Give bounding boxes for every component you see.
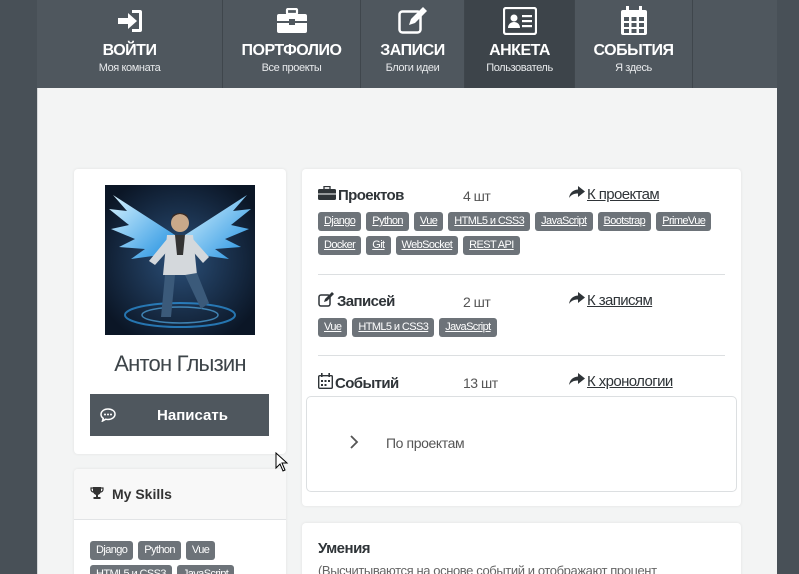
post-tag[interactable]: HTML5 и CSS3 — [352, 318, 435, 337]
events-link-label: К хронологии — [587, 373, 673, 390]
nav-posts[interactable]: ЗАПИСИ Блоги идеи — [361, 0, 465, 88]
trophy-icon — [90, 486, 104, 503]
skills-card-title: My Skills — [112, 486, 172, 502]
stat-events: Событий 13 шт К хронологии — [317, 373, 725, 395]
briefcase-icon — [276, 6, 308, 36]
nav-portfolio[interactable]: ПОРТФОЛИО Все проекты — [223, 0, 361, 88]
project-tag[interactable]: REST API — [463, 236, 520, 255]
skill-tag[interactable]: JavaScript — [176, 565, 235, 574]
project-tag[interactable]: Git — [366, 236, 391, 255]
stat-posts-count: 2 шт — [463, 294, 491, 310]
skill-tag[interactable]: Python — [138, 541, 181, 560]
projects-link-label: К проектам — [587, 186, 660, 203]
post-tag[interactable]: Vue — [318, 318, 348, 337]
project-tag[interactable]: Django — [318, 212, 362, 231]
skill-tag[interactable]: HTML5 и CSS3 — [90, 565, 172, 574]
nav-login[interactable]: ВОЙТИ Моя комната — [37, 0, 223, 88]
profile-card: Антон Глызин Написать — [74, 169, 286, 454]
briefcase-icon — [318, 185, 336, 204]
projects-link[interactable]: К проектам — [569, 186, 660, 203]
project-tag[interactable]: Vue — [413, 212, 444, 231]
write-button-label: Написать — [157, 406, 228, 424]
stat-projects-label: Проектов — [338, 186, 404, 204]
nav-profile-title: АНКЕТА — [489, 42, 550, 59]
stat-posts: Записей 2 шт К записям Vue HTML5 и CSS3 … — [318, 292, 725, 342]
skill-tag[interactable]: Django — [90, 541, 134, 560]
nav-events-title: СОБЫТИЯ — [593, 42, 674, 59]
calendar-icon — [317, 373, 334, 393]
project-tag[interactable]: Python — [366, 212, 409, 231]
skills-card: My Skills Django Python Vue HTML5 и CSS3… — [74, 469, 286, 574]
nav-events[interactable]: СОБЫТИЯ Я здесь — [575, 0, 693, 88]
accordion-label: По проектам — [386, 435, 465, 451]
nav-events-subtitle: Я здесь — [615, 62, 652, 74]
profile-name: Антон Глызин — [114, 351, 246, 376]
post-tag[interactable]: JavaScript — [439, 318, 497, 337]
stat-posts-label: Записей — [337, 293, 395, 310]
avatar — [105, 185, 255, 335]
stat-projects-label-wrap: Проектов — [318, 185, 404, 204]
mouse-cursor-icon — [275, 451, 289, 477]
divider — [318, 274, 725, 275]
project-tag[interactable]: JavaScript — [535, 212, 593, 231]
stat-projects-count: 4 шт — [463, 188, 491, 204]
posts-link-label: К записям — [587, 292, 653, 309]
project-tag[interactable]: WebSocket — [395, 236, 459, 255]
stat-projects: Проектов 4 шт К проектам Django Python V… — [318, 185, 728, 266]
nav-posts-title: ЗАПИСИ — [380, 42, 445, 59]
id-card-icon — [502, 6, 537, 36]
project-tag[interactable]: Bootstrap — [597, 212, 652, 231]
accordion-by-projects[interactable]: По проектам — [306, 396, 737, 492]
nav-portfolio-title: ПОРТФОЛИО — [241, 42, 342, 59]
projects-tags: Django Python Vue HTML5 и CSS3 JavaScrip… — [318, 212, 728, 255]
calendar-icon — [620, 6, 648, 36]
project-tag[interactable]: HTML5 и CSS3 — [448, 212, 531, 231]
nav-portfolio-subtitle: Все проекты — [261, 62, 322, 74]
project-tag[interactable]: Docker — [318, 236, 362, 255]
abilities-card: Умения (Высчитываются на основе событий … — [302, 523, 741, 574]
share-icon — [569, 186, 585, 203]
edit-icon — [397, 6, 428, 36]
divider — [318, 355, 725, 356]
sign-in-icon — [116, 6, 144, 36]
posts-tags: Vue HTML5 и CSS3 JavaScript — [318, 318, 728, 337]
stats-card: Проектов 4 шт К проектам Django Python V… — [302, 169, 741, 506]
nav-profile-subtitle: Пользователь — [486, 62, 553, 74]
skills-card-header: My Skills — [74, 469, 286, 520]
posts-link[interactable]: К записям — [569, 292, 653, 309]
nav-profile[interactable]: АНКЕТА Пользователь — [465, 0, 575, 97]
edit-icon — [318, 292, 335, 311]
stat-events-count: 13 шт — [463, 375, 498, 391]
nav-login-title: ВОЙТИ — [102, 42, 157, 59]
stat-events-label: Событий — [335, 374, 399, 392]
comment-icon — [100, 408, 116, 426]
stat-events-label-wrap: Событий — [317, 373, 399, 393]
stat-posts-label-wrap: Записей — [318, 292, 395, 311]
main-content: Антон Глызин Написать My Skills Django P… — [37, 88, 777, 574]
write-button[interactable]: Написать — [90, 394, 269, 436]
nav-login-subtitle: Моя комната — [98, 62, 161, 74]
share-icon — [569, 373, 585, 390]
skills-tags: Django Python Vue HTML5 и CSS3 JavaScrip… — [90, 541, 275, 574]
skill-tag[interactable]: Vue — [185, 541, 216, 560]
share-icon — [569, 292, 585, 309]
top-nav: ВОЙТИ Моя комната ПОРТФОЛИО Все проекты … — [37, 0, 777, 97]
abilities-note: (Высчитываются на основе событий и отобр… — [318, 563, 657, 574]
events-link[interactable]: К хронологии — [569, 373, 673, 390]
chevron-right-icon — [349, 434, 359, 455]
abilities-title: Умения — [318, 540, 371, 557]
project-tag[interactable]: PrimeVue — [656, 212, 712, 231]
nav-posts-subtitle: Блоги идеи — [385, 62, 440, 74]
